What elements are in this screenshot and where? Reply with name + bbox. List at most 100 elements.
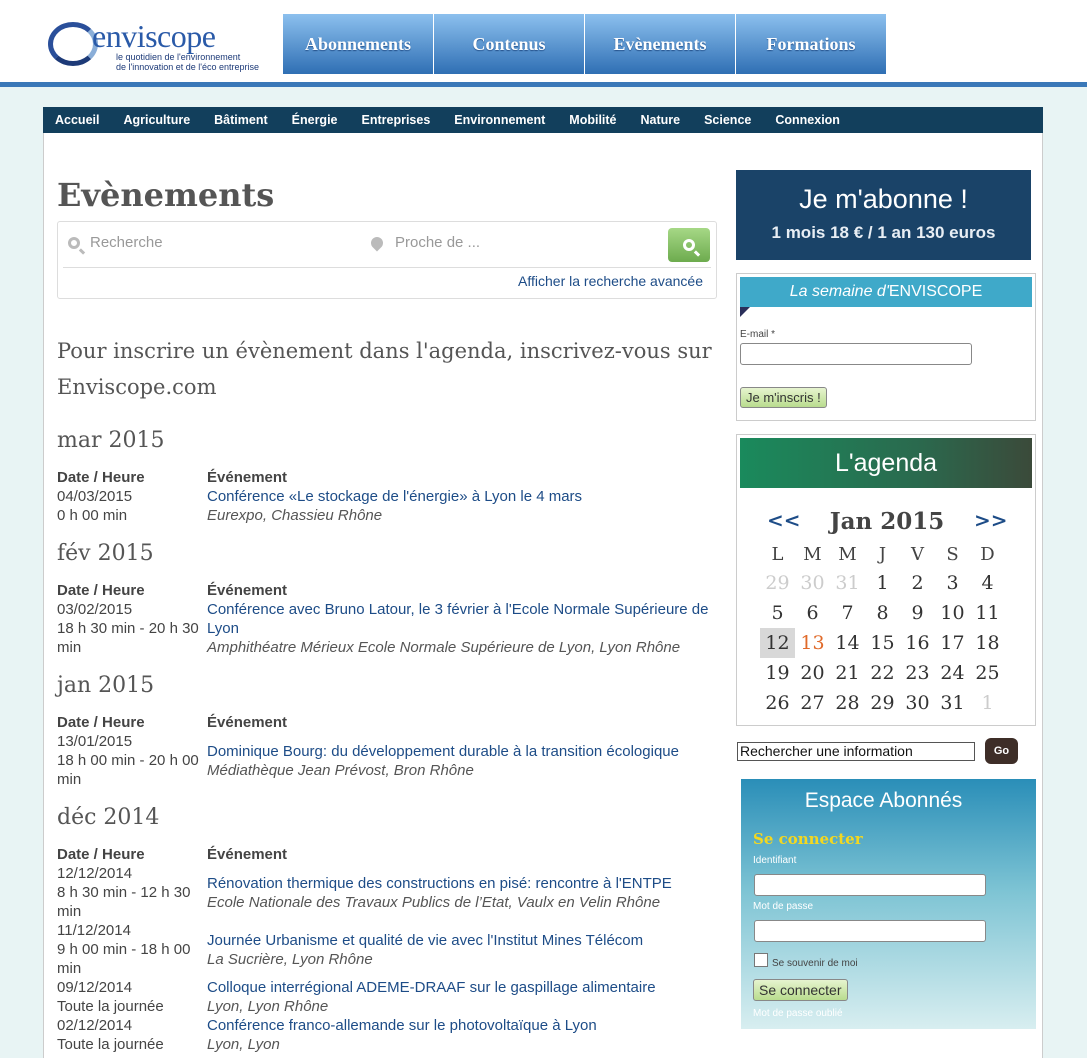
date-header: Date / Heure [57,469,145,486]
calendar-day[interactable]: 28 [830,688,865,718]
advanced-search-link[interactable]: Afficher la recherche avancée [518,273,703,289]
remember-checkbox[interactable] [754,953,768,967]
calendar-day[interactable]: 19 [760,658,795,688]
catnav-energie[interactable]: Énergie [280,113,350,127]
event-link[interactable]: Journée Urbanisme et qualité de vie avec… [207,932,643,949]
event-link[interactable]: Conférence «Le stockage de l'énergie» à … [207,488,582,505]
calendar-day[interactable]: 22 [865,658,900,688]
newsletter-title: La semaine d' ENVISCOPE [740,277,1032,307]
catnav-accueil[interactable]: Accueil [43,113,111,127]
search-input[interactable]: Recherche [68,234,163,251]
username-field[interactable] [754,874,986,896]
calendar-day[interactable]: 5 [760,598,795,628]
logo-tagline-2: de l'innovation et de l'éco entreprise [116,62,260,72]
event-link[interactable]: Conférence avec Bruno Latour, le 3 févri… [207,601,708,637]
calendar-day[interactable]: 3 [935,568,970,598]
site-logo[interactable]: enviscope le quotidien de l'environnemen… [48,18,278,74]
calendar-day[interactable]: 14 [830,628,865,658]
event-location: La Sucrière, Lyon Rhône [207,951,373,968]
calendar-day[interactable]: 23 [900,658,935,688]
calendar-day[interactable]: 15 [865,628,900,658]
event-item: Rénovation thermique des constructions e… [207,874,727,912]
calendar-day[interactable]: 29 [760,568,795,598]
calendar-day-today[interactable]: 13 [795,628,830,658]
calendar-day[interactable]: 18 [970,628,1005,658]
event-date: 04/03/2015 0 h 00 min [57,488,133,524]
calendar-day[interactable]: 20 [795,658,830,688]
calendar-day[interactable]: 24 [935,658,970,688]
calendar-day[interactable]: 8 [865,598,900,628]
calendar-day[interactable]: 31 [830,568,865,598]
calendar-day[interactable]: 17 [935,628,970,658]
event-link[interactable]: Dominique Bourg: du développement durabl… [207,743,679,760]
subscribe-banner[interactable]: Je m'abonne ! 1 mois 18 € / 1 an 130 eur… [736,170,1031,260]
next-month-button[interactable]: >> [974,508,1008,532]
calendar-day[interactable]: 29 [865,688,900,718]
calendar-day[interactable]: 6 [795,598,830,628]
calendar-day[interactable]: 2 [900,568,935,598]
search-button[interactable] [668,228,710,262]
event-location: Amphithéatre Mérieux Ecole Normale Supér… [207,639,681,656]
calendar-day[interactable]: 1 [970,688,1005,718]
password-field[interactable] [754,920,986,942]
login-button[interactable]: Se connecter [753,979,848,1001]
topnav-formations[interactable]: Formations [736,14,886,74]
top-nav: Abonnements Contenus Evènements Formatio… [283,14,887,74]
calendar-day[interactable]: 7 [830,598,865,628]
calendar-day[interactable]: 11 [970,598,1005,628]
event-item: Conférence avec Bruno Latour, le 3 févri… [207,600,727,657]
calendar-day[interactable]: 10 [935,598,970,628]
header-divider [0,82,1087,87]
topnav-contenus[interactable]: Contenus [434,14,584,74]
calendar-day[interactable]: 9 [900,598,935,628]
calendar-day[interactable]: 30 [900,688,935,718]
topnav-evenements[interactable]: Evènements [585,14,735,74]
calendar-grid: LMMJVSD 29 30 31 1 2 3 4 5 6 7 8 9 10 11 12 13 14 15 16 1… [760,540,1005,718]
catnav-nature[interactable]: Nature [629,113,693,127]
weekday: J [878,543,887,565]
search-icon [683,239,695,251]
event-link[interactable]: Conférence franco-allemande sur le photo… [207,1017,597,1034]
event-link[interactable]: Colloque interrégional ADEME-DRAAF sur l… [207,979,656,996]
topnav-abonnements[interactable]: Abonnements [283,14,433,74]
calendar-day-selected[interactable]: 12 [760,628,795,658]
event-item: Dominique Bourg: du développement durabl… [207,742,727,780]
near-input[interactable]: Proche de ... [368,234,481,251]
calendar-day[interactable]: 27 [795,688,830,718]
forgot-password-link[interactable]: Mot de passe oublié [753,1008,843,1019]
site-search-go-button[interactable]: Go [985,738,1018,764]
near-placeholder: Proche de ... [395,234,481,251]
calendar-day[interactable]: 31 [935,688,970,718]
calendar-day[interactable]: 1 [865,568,900,598]
weekday: L [771,543,784,565]
catnav-batiment[interactable]: Bâtiment [202,113,279,127]
calendar-day[interactable]: 25 [970,658,1005,688]
month-heading: jan 2015 [57,673,155,698]
calendar-day[interactable]: 16 [900,628,935,658]
month-heading: mar 2015 [57,428,165,453]
event-location: Ecole Nationale des Travaux Publics de l… [207,894,661,911]
catnav-science[interactable]: Science [692,113,763,127]
catnav-entreprises[interactable]: Entreprises [350,113,443,127]
month-heading: fév 2015 [57,541,154,566]
catnav-connexion[interactable]: Connexion [763,113,852,127]
date-header: Date / Heure [57,846,145,863]
event-location: Médiathèque Jean Prévost, Bron Rhône [207,762,474,779]
calendar-day[interactable]: 21 [830,658,865,688]
catnav-mobilite[interactable]: Mobilité [557,113,628,127]
login-heading: Se connecter [753,830,863,848]
catnav-environnement[interactable]: Environnement [442,113,557,127]
calendar-day[interactable]: 30 [795,568,830,598]
event-item: Colloque interrégional ADEME-DRAAF sur l… [207,978,727,1016]
email-label: E-mail * [740,329,776,340]
event-header: Événement [207,846,288,863]
email-field[interactable] [740,343,972,365]
event-location: Lyon, Lyon Rhône [207,998,329,1015]
event-link[interactable]: Rénovation thermique des constructions e… [207,875,672,892]
newsletter-subscribe-button[interactable]: Je m'inscris ! [740,387,827,408]
catnav-agriculture[interactable]: Agriculture [111,113,202,127]
site-search-input[interactable]: Rechercher une information [737,742,975,761]
calendar-day[interactable]: 4 [970,568,1005,598]
calendar-day[interactable]: 26 [760,688,795,718]
event-date: 02/12/2014 Toute la journée [57,1017,164,1053]
